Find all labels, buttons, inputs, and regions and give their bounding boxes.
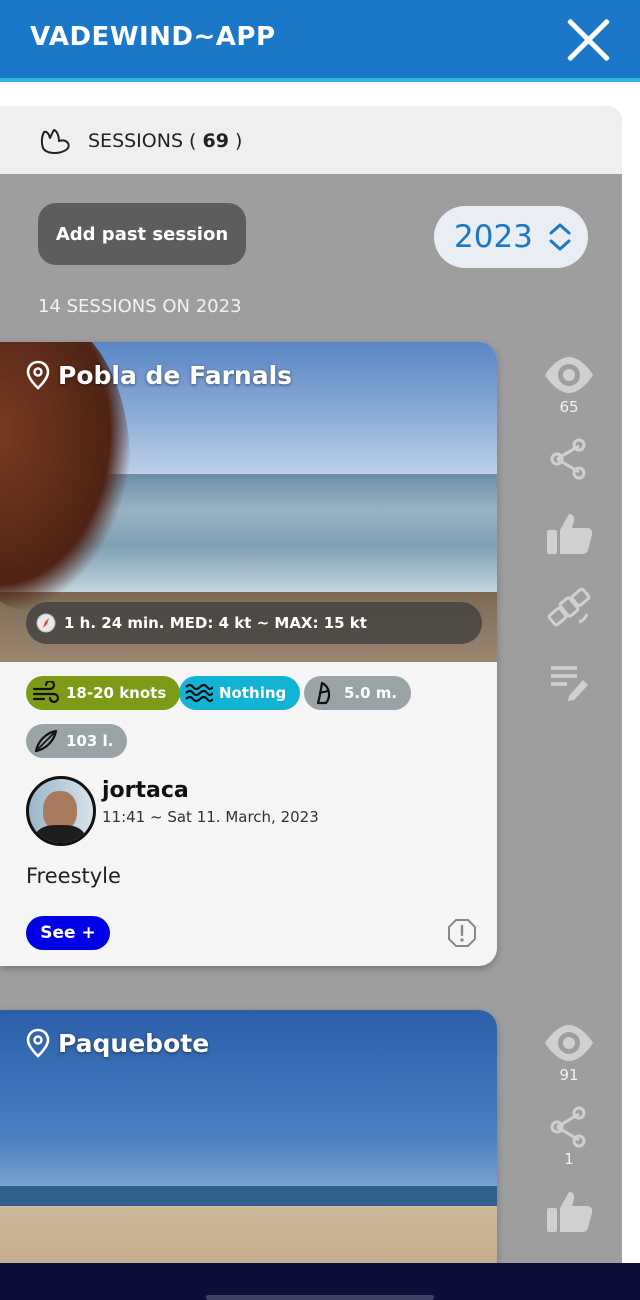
add-past-session-button[interactable]: Add past session [38, 203, 246, 265]
sessions-title: SESSIONS ( 69 ) [88, 130, 242, 152]
board-chip: 103 l. [26, 724, 128, 758]
views-count: 65 [559, 398, 579, 416]
session-card: Pobla de Farnals 1 h. 24 min. MED: 4 kt … [0, 342, 497, 966]
waves-icon [185, 683, 213, 703]
session-place-label: Paquebote [58, 1028, 210, 1058]
close-icon[interactable] [562, 14, 614, 66]
year-summary: 14 SESSIONS ON 2023 [38, 296, 242, 317]
satellite-icon[interactable] [543, 584, 595, 630]
edit-list-icon[interactable] [543, 658, 595, 704]
session-place: Paquebote [26, 1028, 209, 1058]
waves-label: Nothing [219, 684, 287, 702]
sessions-header: SESSIONS ( 69 ) [0, 106, 622, 174]
board-label: 103 l. [66, 732, 114, 750]
session-card: Paquebote [0, 1010, 497, 1266]
sessions-title-suffix: ) [235, 130, 243, 152]
username[interactable]: jortaca [102, 778, 189, 803]
session-stats: 1 h. 24 min. MED: 4 kt ~ MAX: 15 kt [26, 602, 482, 644]
views-count: 91 [559, 1066, 579, 1084]
chevron-updown-icon [549, 223, 571, 251]
location-pin-icon [26, 360, 50, 390]
session-actions: 91 1 [539, 1020, 599, 1234]
report-icon[interactable] [447, 918, 477, 948]
wind-icon [32, 681, 60, 704]
eye-icon[interactable] [543, 1020, 595, 1066]
session-photo[interactable]: Paquebote [0, 1010, 497, 1266]
sail-chip: 5.0 m. [304, 676, 412, 710]
session-stats-label: 1 h. 24 min. MED: 4 kt ~ MAX: 15 kt [64, 614, 367, 632]
year-select[interactable]: 2023 [434, 206, 588, 268]
system-nav-bar [0, 1263, 640, 1300]
location-pin-icon [26, 1028, 50, 1058]
sail-icon [316, 681, 331, 705]
share-icon[interactable] [543, 1104, 595, 1150]
home-indicator[interactable] [206, 1295, 434, 1300]
thumbs-up-icon[interactable] [543, 1188, 595, 1234]
wind-label: 18-20 knots [66, 684, 167, 702]
sessions-count: 69 [202, 130, 229, 152]
session-place-label: Pobla de Farnals [58, 360, 293, 390]
avatar[interactable] [26, 776, 96, 846]
wind-chip: 18-20 knots [26, 676, 181, 710]
thumbs-up-icon[interactable] [543, 510, 595, 556]
hand-icon [40, 129, 70, 154]
year-value: 2023 [454, 219, 533, 255]
sessions-title-prefix: SESSIONS ( [88, 130, 197, 152]
sail-label: 5.0 m. [344, 684, 398, 702]
board-icon [34, 729, 58, 753]
sessions-panel: SESSIONS ( 69 ) Add past session 2023 14… [0, 106, 622, 1266]
app-title: VADEWIND~APP [30, 22, 276, 52]
waves-chip: Nothing [179, 676, 301, 710]
session-place: Pobla de Farnals [26, 360, 292, 390]
see-more-button[interactable]: See + [26, 916, 110, 950]
session-photo[interactable]: Pobla de Farnals 1 h. 24 min. MED: 4 kt … [0, 342, 497, 662]
session-actions: 65 [539, 352, 599, 704]
eye-icon[interactable] [543, 352, 595, 398]
post-time: 11:41 ~ Sat 11. March, 2023 [102, 808, 319, 826]
compass-icon [36, 613, 56, 633]
share-icon[interactable] [543, 436, 595, 482]
app-header: VADEWIND~APP [0, 0, 640, 82]
shares-count: 1 [564, 1150, 574, 1168]
session-comment: Freestyle [26, 864, 121, 888]
